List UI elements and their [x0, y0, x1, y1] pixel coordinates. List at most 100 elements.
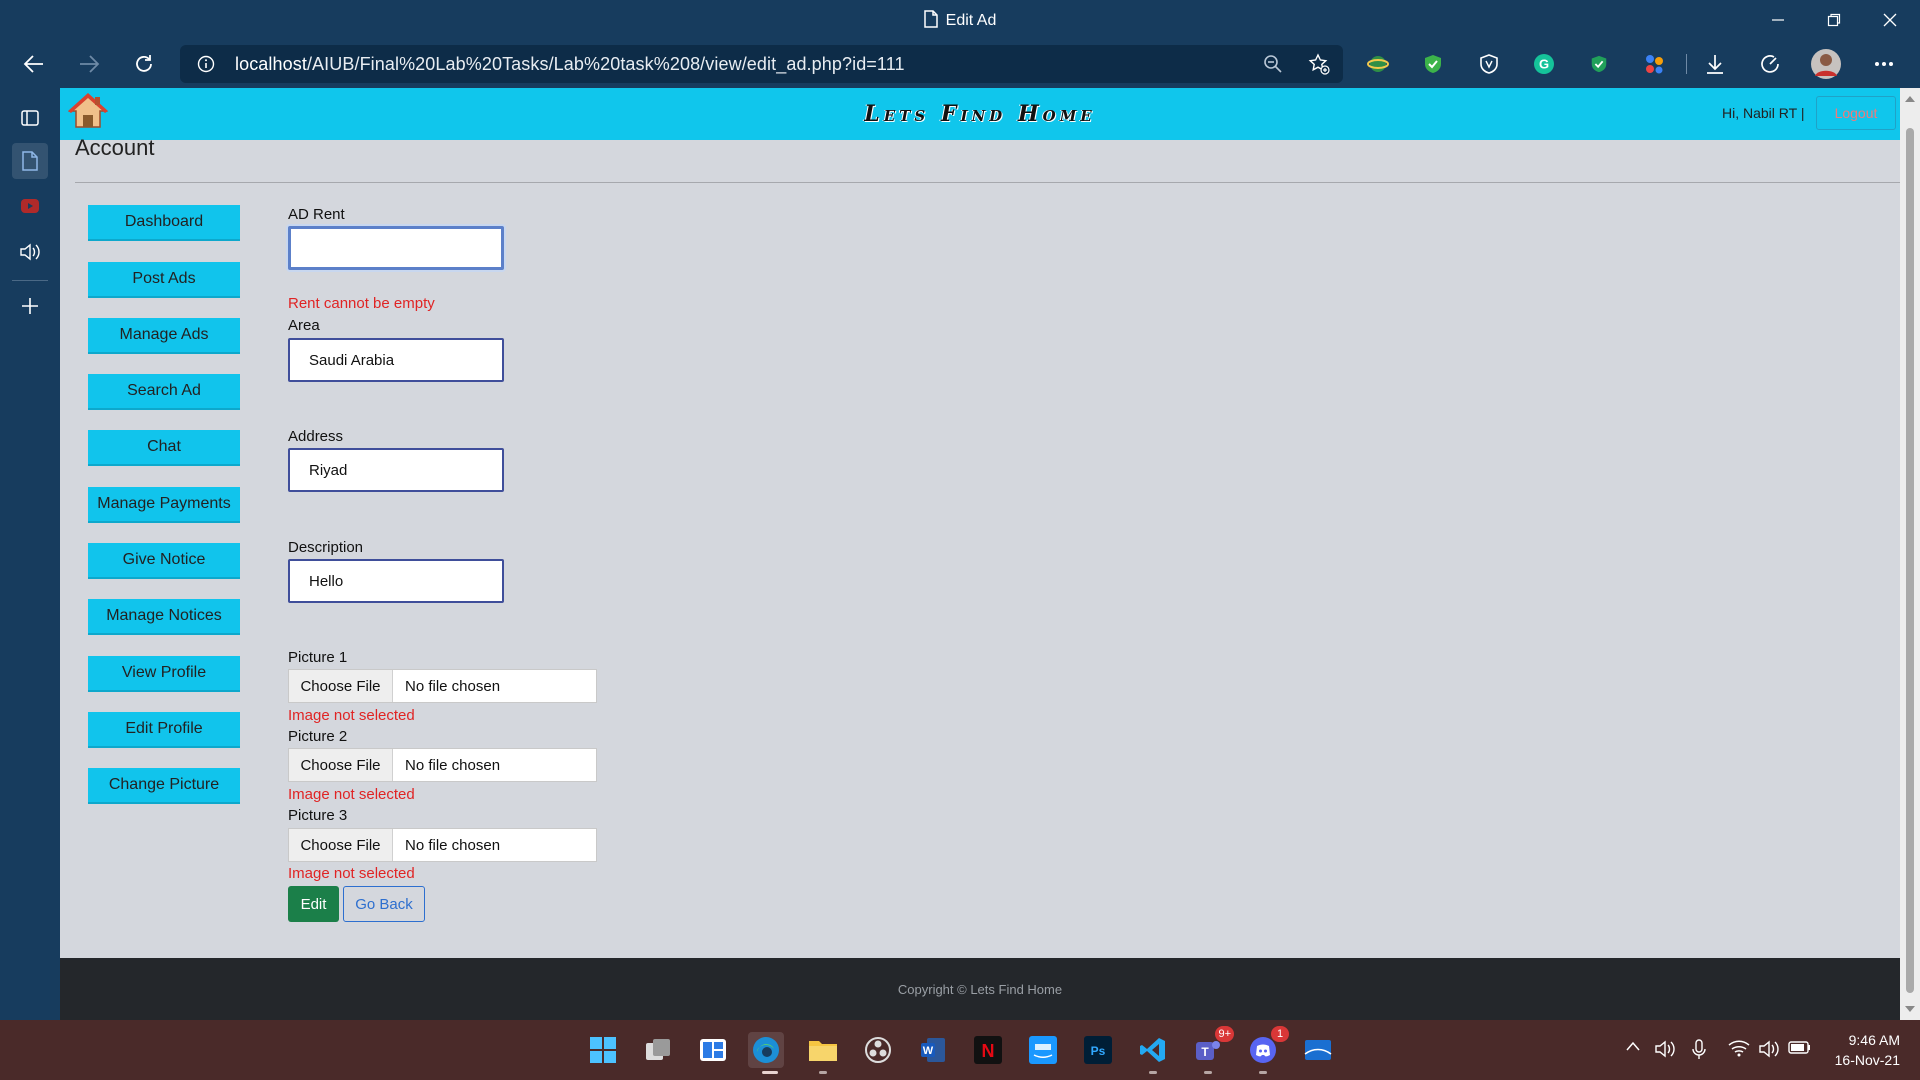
area-input[interactable]: Saudi Arabia	[288, 338, 504, 382]
nav-manage-notices[interactable]: Manage Notices	[88, 599, 240, 635]
edge-taskbar-button[interactable]	[748, 1032, 784, 1068]
close-button[interactable]	[1862, 0, 1918, 40]
new-tab-button[interactable]	[12, 288, 48, 324]
start-button[interactable]	[585, 1032, 621, 1068]
more-menu-icon[interactable]	[1872, 52, 1896, 76]
speaker-tray-icon[interactable]	[1758, 1039, 1780, 1059]
extension-shield-icon[interactable]	[1421, 52, 1445, 76]
teams-indicator	[1204, 1071, 1212, 1074]
netflix-button[interactable]: N	[970, 1032, 1006, 1068]
refresh-button[interactable]	[128, 48, 160, 80]
picture2-file-input[interactable]: Choose File No file chosen	[288, 748, 597, 782]
wifi-icon[interactable]	[1728, 1039, 1750, 1057]
scroll-up-icon[interactable]	[1905, 94, 1915, 102]
go-back-button[interactable]: Go Back	[343, 886, 425, 922]
nav-search-ad[interactable]: Search Ad	[88, 374, 240, 410]
vscode-button[interactable]	[1135, 1032, 1171, 1068]
picture2-choose-button[interactable]: Choose File	[289, 749, 393, 781]
grammarly-icon[interactable]: G	[1532, 52, 1556, 76]
discord-icon	[1250, 1037, 1276, 1063]
site-header: Lets Find Home Hi, Nabil RT | Logout	[60, 88, 1900, 140]
heading-divider	[75, 182, 1900, 183]
nav-chat[interactable]: Chat	[88, 430, 240, 466]
picture1-file-input[interactable]: Choose File No file chosen	[288, 669, 597, 703]
logout-button[interactable]: Logout	[1816, 96, 1896, 130]
nav-post-ads[interactable]: Post Ads	[88, 262, 240, 298]
taskbar-clock[interactable]: 9:46 AM 16-Nov-21	[1820, 1030, 1916, 1070]
mail-button[interactable]	[1300, 1032, 1336, 1068]
battery-icon[interactable]	[1788, 1039, 1812, 1055]
teams-button[interactable]: T 9+	[1190, 1026, 1234, 1068]
task-view-icon	[646, 1039, 670, 1060]
nav-change-picture[interactable]: Change Picture	[88, 768, 240, 804]
minimize-icon	[1772, 19, 1784, 21]
task-view-button[interactable]	[640, 1032, 676, 1068]
edit-button[interactable]: Edit	[288, 886, 339, 922]
word-button[interactable]: W	[915, 1032, 951, 1068]
picture1-choose-button[interactable]: Choose File	[289, 670, 393, 702]
copyright-text: Copyright © Lets Find Home	[897, 982, 1063, 997]
address-bar[interactable]: localhost/AIUB/Final%20Lab%20Tasks/Lab%2…	[180, 45, 1343, 83]
tab-audio[interactable]	[12, 234, 48, 270]
vscode-icon	[1140, 1038, 1165, 1062]
nav-view-profile[interactable]: View Profile	[88, 656, 240, 692]
page-title: Account	[75, 135, 155, 160]
scrollbar-thumb[interactable]	[1906, 128, 1914, 993]
svg-text:N: N	[982, 1041, 995, 1061]
performance-icon[interactable]	[1758, 52, 1782, 76]
nav-give-notice[interactable]: Give Notice	[88, 543, 240, 579]
browser-toolbar: localhost/AIUB/Final%20Lab%20Tasks/Lab%2…	[0, 40, 1920, 88]
widgets-icon	[700, 1039, 726, 1061]
clock-time: 9:46 AM	[1848, 1032, 1900, 1048]
clock-date: 16-Nov-21	[1834, 1052, 1900, 1068]
tab-actions-button[interactable]	[12, 100, 48, 136]
prime-video-button[interactable]	[1025, 1032, 1061, 1068]
nav-manage-ads[interactable]: Manage Ads	[88, 318, 240, 354]
page-scrollbar[interactable]	[1900, 88, 1920, 1020]
photoshop-button[interactable]: Ps	[1080, 1032, 1116, 1068]
extension-globe-icon[interactable]	[1366, 52, 1390, 76]
discord-button[interactable]: 1	[1245, 1026, 1289, 1068]
picture3-choose-button[interactable]: Choose File	[289, 829, 393, 861]
microphone-icon[interactable]	[1692, 1039, 1706, 1061]
extension-check-shield-icon[interactable]	[1587, 52, 1611, 76]
url-text[interactable]: localhost/AIUB/Final%20Lab%20Tasks/Lab%2…	[235, 54, 905, 75]
obs-button[interactable]	[860, 1032, 896, 1068]
add-favorite-icon[interactable]	[1308, 53, 1330, 75]
arrow-right-icon	[80, 55, 100, 73]
edge-icon	[753, 1037, 779, 1063]
downloads-icon[interactable]	[1703, 52, 1727, 76]
rent-input[interactable]	[288, 226, 504, 270]
forward-button[interactable]	[73, 48, 105, 80]
profile-avatar[interactable]	[1811, 49, 1841, 79]
refresh-icon	[136, 55, 152, 72]
picture3-status: No file chosen	[405, 836, 501, 854]
chevron-up-icon[interactable]	[1625, 1039, 1641, 1053]
picture2-label: Picture 2	[288, 728, 348, 745]
file-explorer-button[interactable]	[805, 1032, 841, 1068]
nav-manage-payments[interactable]: Manage Payments	[88, 487, 240, 523]
widgets-button[interactable]	[695, 1032, 731, 1068]
nav-edit-profile[interactable]: Edit Profile	[88, 712, 240, 748]
description-input[interactable]: Hello	[288, 559, 504, 603]
info-icon[interactable]	[197, 55, 215, 73]
nav-dashboard[interactable]: Dashboard	[88, 205, 240, 241]
zoom-out-icon[interactable]	[1263, 54, 1283, 74]
back-button[interactable]	[18, 48, 50, 80]
edge-active-indicator	[762, 1071, 778, 1074]
restore-button[interactable]	[1806, 0, 1862, 40]
extension-dots-icon[interactable]	[1642, 52, 1666, 76]
window-titlebar: Edit Ad	[0, 0, 1920, 40]
tab-current-page[interactable]	[12, 143, 48, 179]
tab-youtube[interactable]	[12, 188, 48, 224]
picture3-file-input[interactable]: Choose File No file chosen	[288, 828, 597, 862]
extension-brave-shield-icon[interactable]	[1477, 52, 1501, 76]
site-brand[interactable]: Lets Find Home	[60, 101, 1900, 127]
scroll-down-icon[interactable]	[1905, 1006, 1915, 1014]
page-viewport: Lets Find Home Hi, Nabil RT | Logout Acc…	[60, 88, 1900, 1020]
address-input[interactable]: Riyad	[288, 448, 504, 492]
taskbar: W N Ps T 9+ 1 9:46 AM 16-Nov-21	[0, 1020, 1920, 1080]
picture3-error: Image not selected	[288, 865, 415, 882]
minimize-button[interactable]	[1750, 0, 1806, 40]
volume-tray-icon[interactable]	[1654, 1039, 1676, 1059]
